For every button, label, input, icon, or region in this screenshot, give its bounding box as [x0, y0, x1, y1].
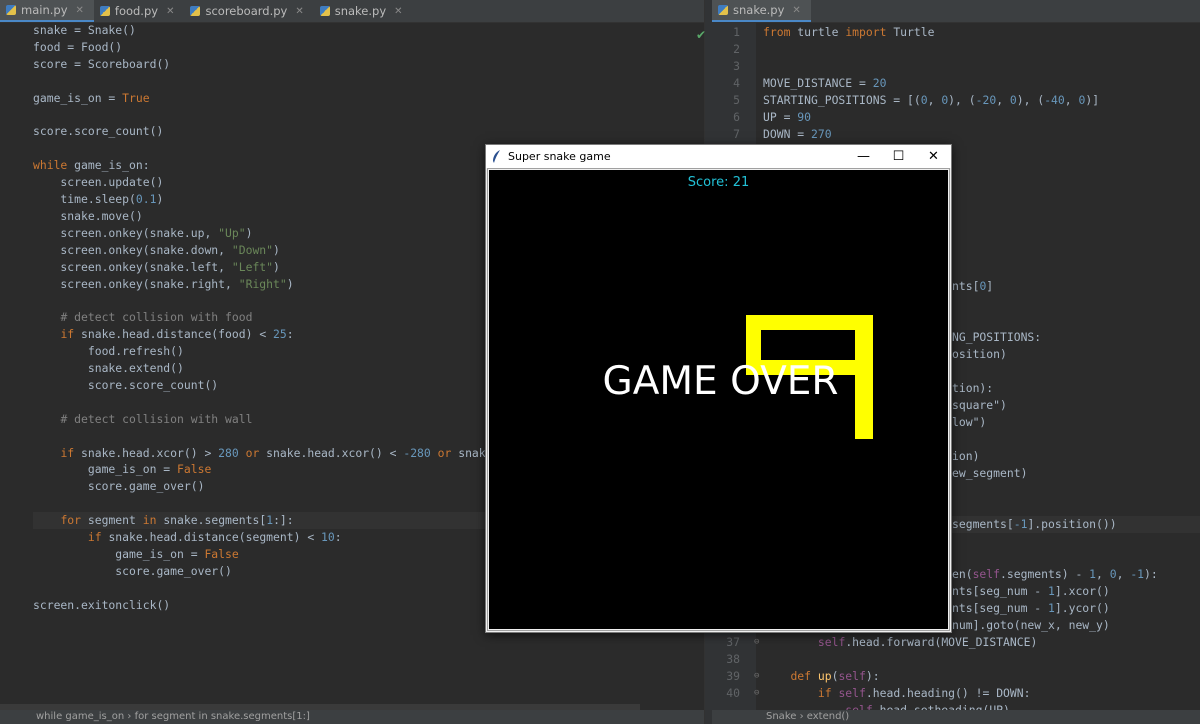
fold-icon[interactable]: ⊖	[754, 685, 759, 702]
code-line[interactable]: tion):	[952, 380, 993, 397]
line-number: 4	[733, 75, 740, 90]
code-line[interactable]: low")	[952, 414, 986, 431]
code-line[interactable]: score = Scoreboard()	[33, 56, 704, 73]
python-file-icon	[319, 6, 330, 16]
code-line[interactable]: segments[-1].position())	[952, 515, 1200, 533]
python-file-icon	[99, 6, 110, 16]
code-line[interactable]: UP = 90	[763, 109, 811, 126]
line-number: 2	[733, 41, 740, 56]
score-display: Score: 21	[687, 175, 750, 190]
code-line[interactable]: nts[seg_num - 1].ycor()	[952, 600, 1110, 617]
left-tab-bar: main.py ✕ food.py ✕ scoreboard.py ✕ snak…	[0, 0, 704, 23]
checkmark-icon: ✔	[696, 28, 707, 42]
fold-icon[interactable]: ⊖	[754, 668, 759, 685]
code-line[interactable]: STARTING_POSITIONS = [(0, 0), (-20, 0), …	[763, 92, 1099, 109]
line-number: 5	[733, 92, 740, 107]
code-line[interactable]: self.head.forward(MOVE_DISTANCE)	[763, 634, 1037, 651]
game-over-text: GAME OVER	[602, 359, 839, 404]
code-line[interactable]: MOVE_DISTANCE = 20	[763, 75, 886, 92]
code-line[interactable]: snake = Snake()	[33, 22, 704, 39]
close-icon[interactable]: ✕	[295, 6, 303, 17]
line-number: 38	[726, 652, 740, 667]
python-file-icon	[6, 5, 16, 15]
window-title: Super snake game	[508, 150, 611, 163]
code-line[interactable]: square")	[952, 397, 1007, 414]
line-number: 39	[726, 669, 740, 684]
feather-icon	[493, 149, 500, 163]
code-line[interactable]: num].goto(new_x, new_y)	[952, 617, 1110, 634]
code-line[interactable]	[33, 107, 704, 124]
code-line[interactable]: en(self.segments) - 1, 0, -1):	[952, 566, 1158, 583]
maximize-button[interactable]: ☐	[881, 145, 916, 168]
code-line[interactable]: DOWN = 270	[763, 126, 832, 143]
tab-label: main.py	[21, 3, 68, 17]
code-line[interactable]: food = Food()	[33, 39, 704, 56]
code-line[interactable]	[33, 73, 704, 90]
line-number: 6	[733, 109, 740, 124]
code-line[interactable]: NG_POSITIONS:	[952, 329, 1041, 346]
fold-icon[interactable]: ⊖	[754, 634, 759, 651]
breadcrumb[interactable]: while game_is_on › for segment in snake.…	[0, 710, 704, 724]
canvas-frame: Score: 21 GAME OVER	[487, 168, 950, 631]
game-window[interactable]: Super snake game — ☐ ✕ Score: 21 GAME OV…	[485, 144, 952, 633]
code-line[interactable]: osition)	[952, 346, 1007, 363]
code-line[interactable]: ion)	[952, 448, 979, 465]
line-number: 40	[726, 686, 740, 701]
line-number: 3	[733, 58, 740, 73]
tab-snake-py[interactable]: snake.py ✕	[314, 0, 413, 22]
close-icon[interactable]: ✕	[394, 6, 402, 17]
game-canvas[interactable]: Score: 21 GAME OVER	[489, 170, 948, 629]
code-line[interactable]: def up(self):	[763, 668, 879, 685]
line-number: 37	[726, 635, 740, 650]
tab-scoreboard-py[interactable]: scoreboard.py ✕	[184, 0, 313, 22]
window-titlebar[interactable]: Super snake game — ☐ ✕	[486, 145, 951, 168]
tab-label: food.py	[114, 4, 159, 18]
code-line[interactable]: if self.head.heading() != DOWN:	[763, 685, 1031, 702]
tab-label: scoreboard.py	[205, 4, 288, 18]
close-icon[interactable]: ✕	[792, 5, 800, 16]
line-number: 1	[733, 25, 740, 39]
line-number: 7	[733, 126, 740, 141]
code-line[interactable]: score.score_count()	[33, 123, 704, 140]
minimize-button[interactable]: —	[846, 145, 881, 168]
close-icon[interactable]: ✕	[166, 6, 174, 17]
code-line[interactable]: nts[seg_num - 1].xcor()	[952, 583, 1110, 600]
code-line[interactable]: nts[0]	[952, 278, 993, 295]
tab-main-py[interactable]: main.py ✕	[0, 0, 94, 22]
close-button[interactable]: ✕	[916, 145, 951, 168]
python-file-icon	[718, 5, 728, 15]
snake-body	[746, 315, 873, 330]
tab-snake-py-right[interactable]: snake.py ✕	[712, 0, 811, 22]
breadcrumb-right[interactable]: Snake › extend()	[712, 710, 1200, 724]
python-file-icon	[190, 6, 201, 16]
right-tab-bar: snake.py ✕	[712, 0, 1200, 23]
tab-label: snake.py	[334, 4, 387, 18]
tab-label: snake.py	[733, 3, 785, 17]
code-line[interactable]: game_is_on = True	[33, 90, 704, 107]
tab-food-py[interactable]: food.py ✕	[94, 0, 185, 22]
code-line[interactable]: self.head.setheading(UP)	[763, 702, 1010, 710]
close-icon[interactable]: ✕	[76, 5, 84, 16]
code-line[interactable]: from turtle import Turtle	[763, 24, 934, 41]
code-line[interactable]: ew_segment)	[952, 465, 1027, 482]
